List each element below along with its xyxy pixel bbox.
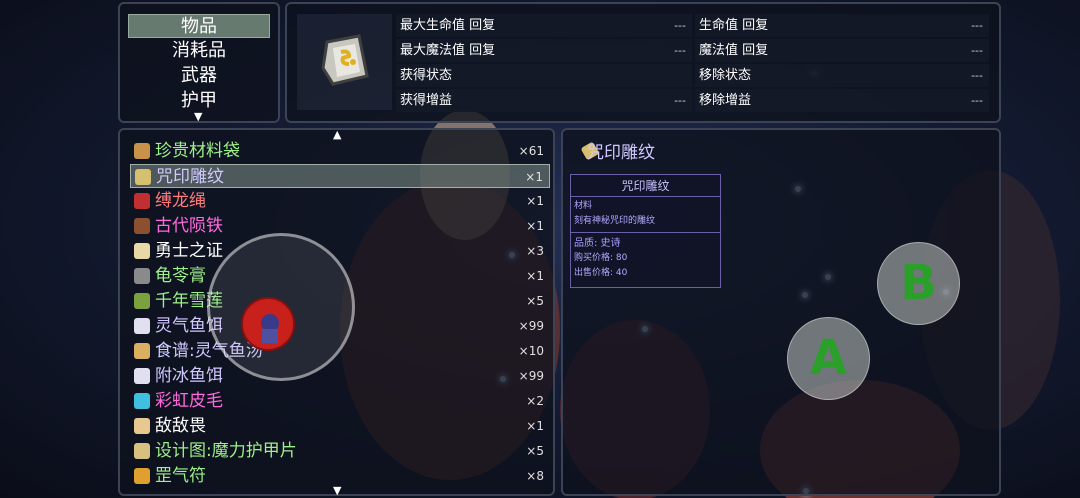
item-count: ×1	[526, 269, 544, 283]
selected-item-icon-box	[297, 14, 392, 110]
item-icon	[135, 169, 151, 185]
stat-gain-status: 获得状态	[396, 64, 692, 87]
tooltip-sell-price: 出售价格: 40	[574, 268, 628, 278]
tooltip-title: 咒印雕纹	[571, 175, 720, 197]
inventory-row[interactable]: 古代陨铁 ×1	[130, 214, 550, 238]
inventory-row[interactable]: 彩虹皮毛 ×2	[130, 389, 550, 413]
item-name: 龟苓膏	[155, 266, 206, 286]
item-name: 彩虹皮毛	[155, 391, 223, 411]
item-name: 珍贵材料袋	[155, 141, 240, 161]
item-count: ×1	[525, 170, 543, 184]
inventory-row[interactable]: 珍贵材料袋 ×61	[130, 139, 550, 163]
tooltip-description: 刻有神秘咒印的雕纹	[574, 216, 656, 226]
item-icon	[134, 243, 150, 259]
item-count: ×10	[518, 344, 544, 358]
stat-max-hp-regen: 最大生命值 回复 ---	[396, 14, 692, 37]
category-item-consumables[interactable]: 消耗品	[128, 39, 270, 63]
item-name: 附冰鱼饵	[155, 366, 223, 386]
stat-remove-buff: 移除增益 ---	[695, 89, 989, 112]
item-name: 设计图:魔力护甲片	[155, 441, 297, 461]
tooltip-type: 材料	[574, 201, 593, 211]
stat-mp-regen: 魔法值 回复 ---	[695, 39, 989, 62]
item-count: ×99	[518, 319, 544, 333]
tooltip-quality: 品质: 史诗	[574, 238, 621, 249]
item-icon	[134, 193, 150, 209]
item-name: 勇士之证	[155, 241, 223, 261]
item-icon	[134, 418, 150, 434]
item-name: 缚龙绳	[155, 191, 206, 211]
item-name: 敌敌畏	[155, 416, 206, 436]
item-count: ×8	[526, 469, 544, 483]
item-icon	[134, 268, 150, 284]
inventory-row[interactable]: 敌敌畏 ×1	[130, 414, 550, 438]
stat-hp-regen: 生命值 回复 ---	[695, 14, 989, 37]
category-menu: 物品 消耗品 武器 护甲 ▼	[118, 2, 280, 123]
inventory-row[interactable]: 缚龙绳 ×1	[130, 189, 550, 213]
item-count: ×61	[518, 144, 544, 158]
hero-avatar-icon	[261, 314, 279, 343]
stat-max-mp-regen: 最大魔法值 回复 ---	[396, 39, 692, 62]
inventory-row[interactable]: 咒印雕纹 ×1	[130, 164, 550, 188]
action-button-b[interactable]: B	[877, 242, 960, 325]
item-count: ×1	[526, 194, 544, 208]
scroll-down-arrow-icon[interactable]: ▼	[194, 110, 202, 123]
inventory-row[interactable]: 附冰鱼饵 ×99	[130, 364, 550, 388]
item-icon	[134, 343, 150, 359]
item-name: 罡气符	[155, 466, 206, 486]
item-icon	[134, 443, 150, 459]
item-icon	[134, 143, 150, 159]
detail-item-name: 咒印雕纹	[587, 143, 655, 163]
item-tooltip: 咒印雕纹 材料 刻有神秘咒印的雕纹 品质: 史诗 购买价格: 80 出售价格: …	[570, 174, 721, 288]
item-count: ×5	[526, 294, 544, 308]
item-name: 古代陨铁	[155, 216, 223, 236]
action-button-a[interactable]: A	[787, 317, 870, 400]
item-stats-panel: 最大生命值 回复 --- 最大魔法值 回复 --- 获得状态 获得增益 --- 生命值…	[285, 2, 1001, 123]
item-icon	[134, 218, 150, 234]
item-count: ×99	[518, 369, 544, 383]
inventory-row[interactable]: 设计图:魔力护甲片 ×5	[130, 439, 550, 463]
category-item-items[interactable]: 物品	[128, 14, 270, 38]
item-name: 咒印雕纹	[156, 167, 224, 187]
item-count: ×3	[526, 244, 544, 258]
stat-remove-status: 移除状态 ---	[695, 64, 989, 87]
joystick-knob[interactable]	[241, 297, 295, 351]
category-item-weapons[interactable]: 武器	[128, 64, 270, 88]
scroll-down-arrow-icon[interactable]: ▼	[333, 484, 341, 497]
item-icon	[134, 468, 150, 484]
item-icon	[134, 318, 150, 334]
stat-gain-buff: 获得增益 ---	[396, 89, 692, 112]
tooltip-buy-price: 购买价格: 80	[574, 253, 628, 263]
item-icon	[134, 368, 150, 384]
item-count: ×5	[526, 444, 544, 458]
item-icon	[134, 393, 150, 409]
item-icon	[134, 293, 150, 309]
item-count: ×1	[526, 219, 544, 233]
item-count: ×2	[526, 394, 544, 408]
inventory-row[interactable]: 勇士之证 ×3	[130, 239, 550, 263]
rune-tablet-icon	[321, 34, 369, 86]
item-count: ×1	[526, 419, 544, 433]
